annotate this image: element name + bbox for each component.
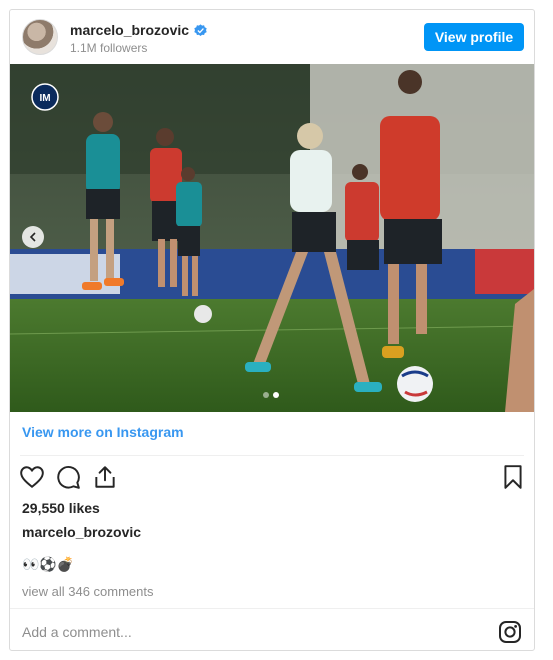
view-profile-button[interactable]: View profile [424, 23, 524, 51]
post-header: marcelo_brozovic 1.1M followers View pro… [10, 10, 534, 64]
likes-count[interactable]: 29,550 likes [22, 500, 100, 516]
bookmark-icon[interactable] [500, 464, 526, 490]
view-more-link[interactable]: View more on Instagram [22, 424, 184, 440]
carousel-indicator [263, 392, 279, 398]
heart-icon[interactable] [19, 464, 45, 490]
carousel-dot-active [273, 392, 279, 398]
comment-icon[interactable] [55, 464, 81, 490]
training-photo: IM [10, 64, 534, 412]
divider [20, 455, 524, 456]
instagram-icon[interactable] [498, 620, 522, 644]
followers-count: 1.1M followers [70, 41, 148, 55]
username-row: marcelo_brozovic [70, 22, 207, 38]
share-icon[interactable] [92, 464, 118, 490]
caption-text: 👀⚽💣 [22, 556, 75, 572]
caption-username[interactable]: marcelo_brozovic [22, 524, 141, 540]
post-photo[interactable]: IM [10, 64, 534, 412]
previous-image-button[interactable] [22, 226, 44, 248]
avatar[interactable] [22, 19, 58, 55]
carousel-dot [263, 392, 269, 398]
divider [10, 608, 534, 609]
chevron-left-icon [29, 232, 36, 242]
username[interactable]: marcelo_brozovic [70, 22, 189, 38]
instagram-embed-card: marcelo_brozovic 1.1M followers View pro… [9, 9, 535, 651]
svg-text:IM: IM [39, 93, 50, 104]
verified-badge-icon [194, 23, 207, 36]
action-bar [10, 462, 534, 496]
view-comments-link[interactable]: view all 346 comments [22, 584, 154, 599]
comment-input[interactable] [22, 618, 482, 646]
